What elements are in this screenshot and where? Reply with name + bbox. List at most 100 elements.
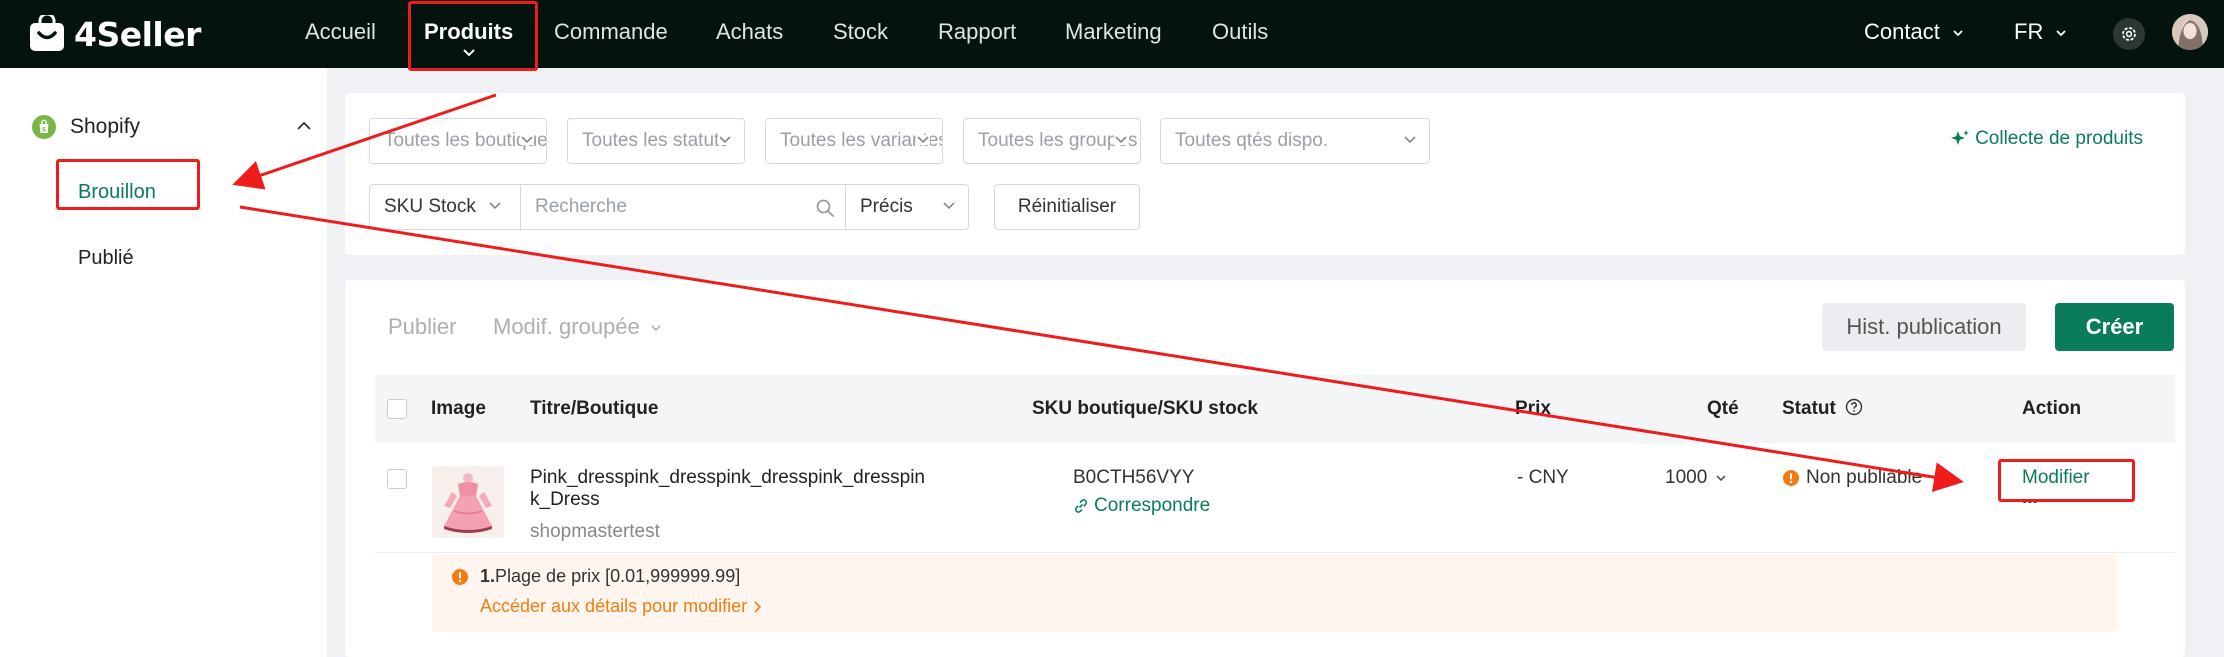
publish-history-button[interactable]: Hist. publication [1822,303,2026,351]
error-number: 1. [480,566,496,586]
sku-value: B0CTH56VYY [1073,467,1195,488]
status-filter-value: Toutes les statuts [582,130,729,151]
product-title[interactable]: Pink_dresspink_dresspink_dresspink_dress… [530,467,1010,511]
nav-marketing[interactable]: Marketing [1065,0,1162,68]
top-navigation-bar: 4Seller Accueil Produits Commande Achats… [0,0,2224,68]
chevron-down-icon [942,201,956,211]
more-actions-button[interactable]: ... [2022,487,2038,509]
error-text: Plage de prix [0.01,999999.99] [495,566,741,586]
chevron-down-icon [916,135,930,145]
bulk-edit-dropdown[interactable]: Modif. groupée [493,314,662,340]
nav-produits-label: Produits [424,19,514,44]
sidebar-item-publie[interactable]: Publié [78,247,134,270]
nav-commande[interactable]: Commande [554,0,668,68]
error-details-label: Accéder aux détails pour modifier [480,596,748,616]
brand-name: 4Seller [74,14,201,54]
product-thumbnail[interactable] [432,466,504,538]
search-box [520,184,847,230]
status-text: Non publiable [1806,467,1923,488]
settings-button[interactable] [2113,18,2145,50]
header-image: Image [431,398,486,419]
qty-filter-select[interactable]: Toutes qtés dispo. [1160,118,1430,164]
match-label: Correspondre [1094,495,1211,516]
svg-text:S: S [42,127,46,134]
nav-achats[interactable]: Achats [716,0,783,68]
contact-menu[interactable]: Contact [1864,0,1964,68]
user-photo [2172,14,2208,50]
select-all-checkbox[interactable] [387,399,407,419]
user-avatar[interactable] [2172,14,2208,50]
sparkle-icon [1951,130,1970,145]
sku-type-select[interactable]: SKU Stock [369,184,521,230]
help-icon[interactable] [1845,398,1863,416]
warning-icon [452,569,468,585]
filter-panel: Toutes les boutiques Toutes les statuts … [345,93,2185,255]
brand-logo[interactable]: 4Seller [28,14,201,54]
chevron-down-icon [462,49,475,57]
chevron-down-icon [1114,135,1128,145]
nav-outils[interactable]: Outils [1212,0,1268,68]
error-details-link[interactable]: Accéder aux détails pour modifier [480,596,763,617]
qty-dropdown[interactable]: 1000 [1665,467,1727,489]
chevron-down-icon [488,201,502,211]
match-link[interactable]: Correspondre [1073,495,1210,517]
search-icon[interactable] [815,198,835,218]
qty-filter-value: Toutes qtés dispo. [1175,130,1329,151]
sidebar-item-brouillon[interactable]: Brouillon [78,181,156,204]
table-row: Pink_dresspink_dresspink_dresspink_dress… [375,443,2175,553]
shopify-label: Shopify [70,115,141,138]
chevron-down-icon [651,325,661,332]
shopify-icon: S [32,115,56,139]
shop-filter-select[interactable]: Toutes les boutiques [369,118,547,164]
table-header: Image Titre/Boutique SKU boutique/SKU st… [375,375,2175,443]
group-filter-select[interactable]: Toutes les groupes [963,118,1141,164]
row-checkbox[interactable] [387,469,407,489]
reset-button[interactable]: Réinitialiser [994,184,1140,230]
language-label: FR [2014,19,2044,44]
status-badge: Non publiable [1782,467,1922,489]
status-filter-select[interactable]: Toutes les statuts [567,118,745,164]
match-mode-select[interactable]: Précis [845,184,969,230]
nav-accueil[interactable]: Accueil [305,0,376,68]
product-title-line1: Pink_dresspink_dresspink_dresspink_dress… [530,467,925,488]
variant-filter-select[interactable]: Toutes les variantes [765,118,943,164]
search-input[interactable] [521,185,811,229]
shopify-group-header[interactable]: S Shopify [32,112,312,142]
product-title-line2: k_Dress [530,489,600,510]
shopping-bag-icon [30,15,64,51]
chevron-down-icon [1403,135,1417,145]
bulk-edit-label: Modif. groupée [493,314,640,339]
header-qty: Qté [1707,398,1739,419]
chevron-right-icon [754,600,762,613]
chevron-down-icon [718,135,732,145]
header-status: Statut [1782,375,1863,443]
header-action: Action [2022,398,2082,419]
header-price: Prix [1515,398,1551,419]
collect-products-label: Collecte de produits [1975,128,2143,149]
error-message: 1.Plage de prix [0.01,999999.99] [480,566,740,587]
chevron-down-icon [1716,475,1726,482]
nav-stock[interactable]: Stock [833,0,888,68]
chevron-down-icon [2056,30,2067,37]
price-value: - CNY [1517,467,1569,488]
qty-value: 1000 [1665,467,1708,488]
header-title: Titre/Boutique [530,398,659,419]
language-menu[interactable]: FR [2014,0,2067,68]
error-notice: 1.Plage de prix [0.01,999999.99] Accéder… [432,554,2117,632]
link-icon [1074,499,1088,513]
contact-label: Contact [1864,19,1940,44]
sidebar: S Shopify Brouillon Publié [0,68,327,657]
collect-products-link[interactable]: Collecte de produits [1949,128,2143,150]
shop-name: shopmastertest [530,521,660,542]
publish-button[interactable]: Publier [388,314,456,340]
chevron-down-icon [520,135,534,145]
warning-icon [1783,470,1799,486]
header-sku: SKU boutique/SKU stock [1032,398,1258,419]
gear-icon [2122,27,2136,41]
create-button[interactable]: Créer [2055,303,2174,351]
match-mode-value: Précis [860,196,913,217]
pink-dress-image [432,466,504,538]
nav-rapport[interactable]: Rapport [938,0,1016,68]
edit-link[interactable]: Modifier [2022,467,2090,489]
nav-produits[interactable]: Produits [424,0,513,68]
